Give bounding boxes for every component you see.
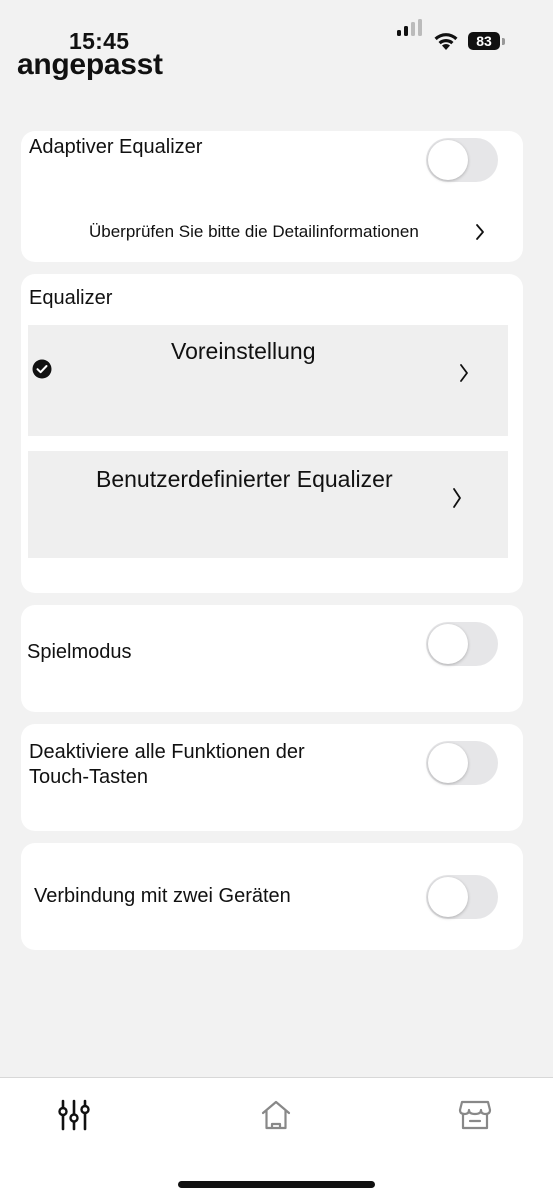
custom-eq-label: Benutzerdefinierter Equalizer bbox=[96, 466, 393, 492]
home-indicator bbox=[178, 1181, 375, 1188]
touch-controls-toggle[interactable] bbox=[426, 741, 498, 785]
game-mode-card: Spielmodus bbox=[21, 605, 523, 712]
chevron-right-icon[interactable] bbox=[458, 363, 470, 383]
adaptive-eq-label: Adaptiver Equalizer bbox=[29, 136, 203, 158]
touch-controls-label-line2: Touch-Tasten bbox=[29, 766, 148, 788]
touch-controls-label-line1: Deaktiviere alle Funktionen der bbox=[29, 741, 305, 763]
game-mode-label: Spielmodus bbox=[27, 641, 132, 663]
wifi-icon bbox=[434, 33, 458, 50]
chevron-right-icon[interactable] bbox=[451, 487, 463, 509]
dual-connection-label: Verbindung mit zwei Geräten bbox=[34, 885, 291, 907]
toggle-knob bbox=[428, 624, 468, 664]
equalizer-card: Equalizer Voreinstellung Benutzerdefinie… bbox=[21, 274, 523, 593]
dual-connection-toggle[interactable] bbox=[426, 875, 498, 919]
home-icon[interactable] bbox=[260, 1099, 292, 1131]
chevron-right-icon[interactable] bbox=[474, 223, 486, 241]
page-title: angepasst bbox=[17, 48, 163, 81]
preset-label: Voreinstellung bbox=[171, 338, 316, 364]
battery-cap bbox=[502, 38, 505, 45]
battery-icon: 83 bbox=[468, 32, 500, 50]
adaptive-eq-toggle[interactable] bbox=[426, 138, 498, 182]
checkmark-circle-icon bbox=[32, 359, 52, 379]
preset-row[interactable]: Voreinstellung bbox=[28, 325, 508, 436]
toggle-knob bbox=[428, 140, 468, 180]
custom-eq-row[interactable]: Benutzerdefinierter Equalizer bbox=[28, 451, 508, 558]
store-icon[interactable] bbox=[458, 1099, 492, 1131]
game-mode-toggle[interactable] bbox=[426, 622, 498, 666]
touch-controls-card: Deaktiviere alle Funktionen der Touch-Ta… bbox=[21, 724, 523, 831]
dual-connection-card: Verbindung mit zwei Geräten bbox=[21, 843, 523, 950]
equalizer-sliders-icon[interactable] bbox=[58, 1098, 90, 1132]
toggle-knob bbox=[428, 877, 468, 917]
battery-level: 83 bbox=[476, 33, 492, 49]
toggle-knob bbox=[428, 743, 468, 783]
detail-info-link[interactable]: Überprüfen Sie bitte die Detailinformati… bbox=[89, 222, 419, 242]
touch-controls-label: Deaktiviere alle Funktionen der Touch-Ta… bbox=[29, 740, 305, 790]
adaptive-eq-card: Adaptiver Equalizer Überprüfen Sie bitte… bbox=[21, 131, 523, 262]
equalizer-label: Equalizer bbox=[29, 287, 113, 309]
